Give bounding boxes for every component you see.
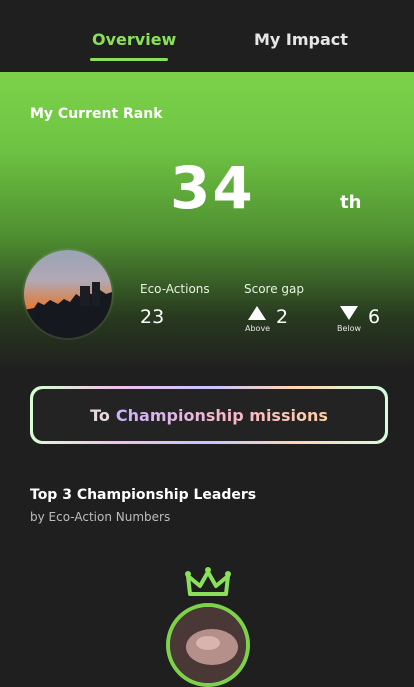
triangle-down-icon — [340, 306, 358, 320]
rank-suffix: th — [340, 192, 362, 213]
eco-actions-value: 23 — [140, 306, 165, 328]
championship-missions-button-inner: To Championship missions — [33, 389, 385, 441]
tab-active-indicator — [90, 58, 168, 61]
rank-title: My Current Rank — [30, 106, 163, 122]
cta-label: Championship missions — [115, 405, 328, 425]
championship-missions-button[interactable]: To Championship missions — [30, 386, 388, 444]
triangle-up-icon — [248, 306, 266, 320]
user-avatar[interactable] — [24, 250, 112, 338]
leader-avatar[interactable] — [166, 603, 250, 687]
above-value: 2 — [276, 306, 289, 328]
eco-actions-label: Eco-Actions — [140, 282, 210, 296]
leader-photo — [170, 607, 246, 683]
cta-prefix: To — [90, 405, 110, 425]
tab-overview[interactable]: Overview — [92, 30, 176, 49]
above-label: Above — [245, 324, 271, 333]
top-tabs: Overview My Impact — [0, 0, 414, 72]
sunset-photo — [24, 250, 112, 338]
score-gap-label: Score gap — [244, 282, 305, 296]
rank-number: 34 — [170, 154, 255, 222]
tab-my-impact[interactable]: My Impact — [254, 30, 348, 49]
leaders-subtitle: by Eco-Action Numbers — [30, 510, 171, 524]
crown-icon — [185, 567, 231, 596]
below-label: Below — [337, 324, 362, 333]
below-value: 6 — [368, 306, 381, 328]
rank-card: My Current Rank 34 th Eco-Actions 23 Sco… — [0, 72, 414, 370]
leaders-title: Top 3 Championship Leaders — [30, 487, 257, 503]
